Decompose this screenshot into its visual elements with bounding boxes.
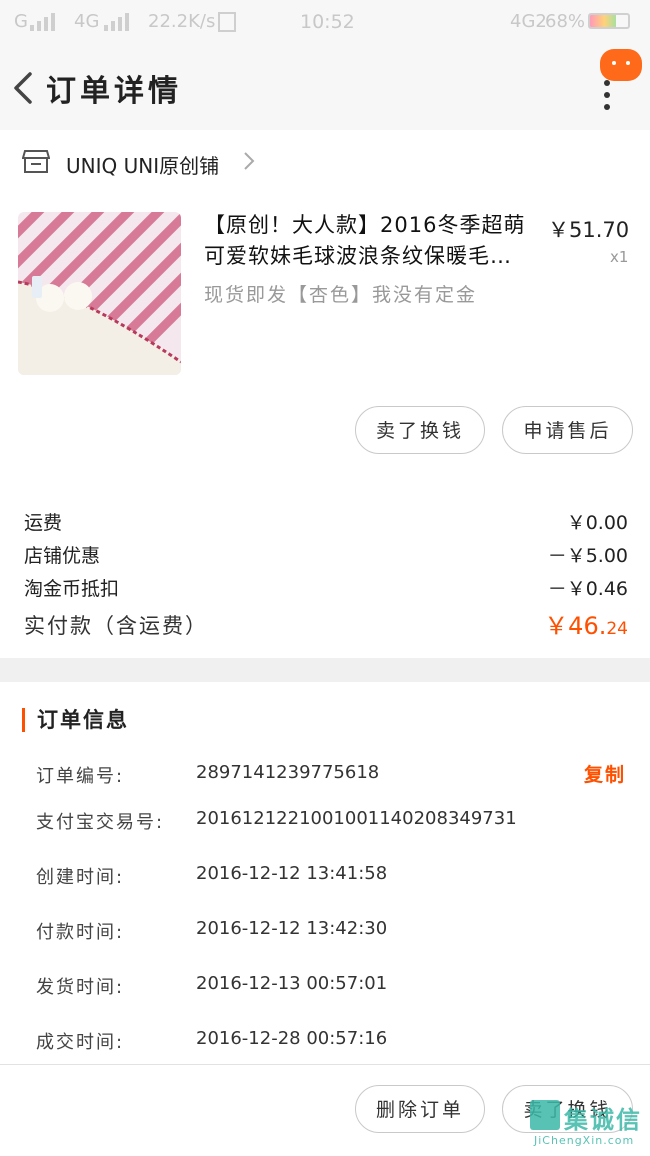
order-info-card: 订单信息 订单编号: 2897141239775618 复制 支付宝交易号: 2…	[0, 682, 650, 1064]
product-title[interactable]: 【原创！大人款】2016冬季超萌可爱软妹毛球波浪条纹保暖毛…	[204, 210, 539, 272]
fee-label: 淘金币抵扣	[24, 578, 120, 600]
product-photo	[18, 212, 181, 375]
total-cents: 24	[606, 619, 628, 639]
fee-value: －￥0.46	[547, 578, 628, 600]
clock: 10:52	[300, 11, 355, 33]
copy-button[interactable]: 复制	[584, 760, 626, 787]
product-variant: 现货即发【杏色】我没有定金	[204, 284, 478, 306]
signal-label: G	[14, 11, 28, 32]
product-image[interactable]	[18, 212, 181, 375]
info-value: 2016-12-13 00:57:01	[196, 973, 388, 994]
battery-icon	[588, 13, 630, 29]
fee-value: ￥0.00	[566, 512, 628, 534]
info-label: 付款时间:	[36, 922, 125, 943]
fee-row-shop-discount: 店铺优惠 －￥5.00	[24, 541, 628, 568]
status-bar: G 4G 22.2K/s 10:52 4G2 68%	[0, 0, 650, 44]
network-right-label: 4G2	[510, 11, 547, 32]
watermark-text: 集诚信	[564, 1106, 642, 1134]
product-quantity: x1	[610, 248, 629, 266]
fee-row-shipping: 运费 ￥0.00	[24, 508, 628, 535]
watermark-box-icon	[530, 1100, 560, 1130]
chevron-right-icon	[244, 152, 255, 170]
after-sale-button[interactable]: 申请售后	[502, 406, 633, 454]
page-title: 订单详情	[46, 74, 182, 109]
fee-label: 运费	[24, 512, 63, 534]
signal-bars-icon	[30, 13, 55, 31]
network-speed: 22.2K/s	[148, 11, 216, 32]
total-label: 实付款（含运费）	[24, 614, 208, 638]
sell-for-cash-button[interactable]: 卖了换钱	[355, 406, 485, 454]
watermark-url: JiChengXin.com	[534, 1134, 635, 1147]
info-value: 2016121221001001140208349731	[196, 808, 517, 829]
message-icon[interactable]	[600, 49, 642, 81]
fee-row-coin-deduction: 淘金币抵扣 －￥0.46	[24, 574, 628, 601]
battery-percent: 68%	[545, 11, 586, 32]
store-icon	[22, 150, 50, 173]
info-value: 2897141239775618	[196, 762, 380, 783]
info-label: 支付宝交易号:	[36, 812, 165, 833]
watermark-logo: 集诚信 JiChengXin.com	[530, 1100, 645, 1150]
total-value: ￥46.24	[544, 606, 628, 641]
info-label: 成交时间:	[36, 1032, 125, 1053]
info-value: 2016-12-12 13:42:30	[196, 918, 388, 939]
info-label: 创建时间:	[36, 867, 125, 888]
more-menu-icon[interactable]	[602, 80, 612, 114]
order-product-card: UNIQ UNI原创铺 【原创！大人款】2016冬季超萌可爱软妹毛球波浪条纹保暖…	[0, 130, 650, 658]
fee-label: 店铺优惠	[24, 545, 101, 567]
shop-row[interactable]: UNIQ UNI原创铺	[0, 130, 650, 192]
info-value: 2016-12-28 00:57:16	[196, 1028, 388, 1049]
sim-icon	[218, 12, 236, 32]
total-main: ￥46.	[544, 612, 607, 640]
back-arrow-icon[interactable]	[10, 66, 44, 110]
fee-value: －￥5.00	[547, 545, 628, 567]
section-title: 订单信息	[22, 708, 129, 732]
info-label: 订单编号:	[36, 766, 125, 787]
delete-order-button[interactable]: 删除订单	[355, 1085, 485, 1133]
product-price: ￥51.70	[548, 218, 630, 242]
signal-bars-icon	[104, 13, 129, 31]
info-label: 发货时间:	[36, 977, 125, 998]
network-label: 4G	[74, 11, 100, 32]
shop-name[interactable]: UNIQ UNI原创铺	[66, 150, 219, 179]
total-paid-row: 实付款（含运费） ￥46.24	[24, 610, 628, 640]
info-value: 2016-12-12 13:41:58	[196, 863, 388, 884]
nav-bar: 订单详情	[0, 44, 650, 130]
